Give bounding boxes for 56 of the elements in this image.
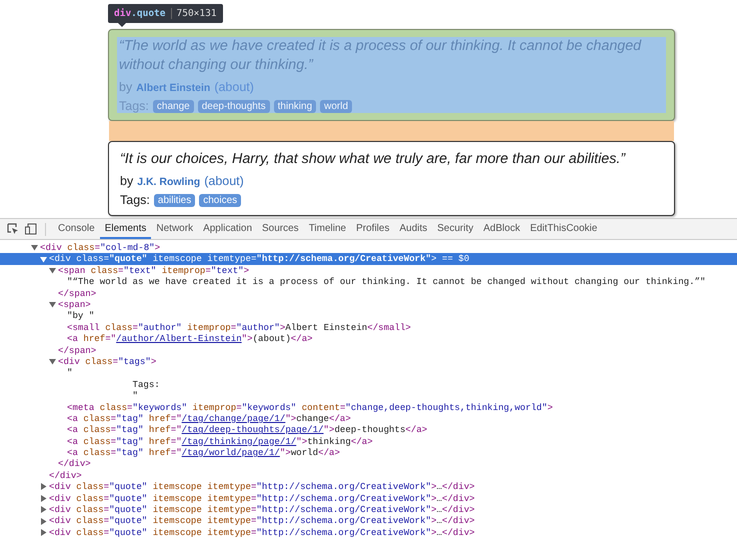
author-name: Albert Einstein: [136, 82, 210, 94]
expanded-arrow-icon[interactable]: [49, 301, 56, 308]
devtools-tab[interactable]: AdBlock: [478, 219, 526, 239]
devtools-tab[interactable]: Timeline: [304, 219, 352, 239]
collapsed-arrow-icon[interactable]: [40, 506, 47, 514]
code-line[interactable]: "by ": [0, 310, 737, 322]
code-line[interactable]: "“The world as we have created it is a process of our thinking. It cannot be changed without changing our thinking.”": [0, 276, 737, 288]
devtools-tab[interactable]: Profiles: [351, 219, 394, 239]
devtools-tab[interactable]: Network: [151, 219, 198, 239]
code-line[interactable]: <span>: [0, 298, 737, 310]
devtools-tab[interactable]: Security: [432, 219, 478, 239]
code-line[interactable]: <span class="text" itemprop="text">: [0, 264, 737, 276]
collapsed-arrow-icon[interactable]: [40, 518, 47, 525]
code-line[interactable]: <a class="tag" href="/tag/world/page/1/">world</a>: [0, 447, 737, 458]
link[interactable]: /author/Albert-Einstein: [116, 333, 242, 344]
code-line[interactable]: <div class="quote" itemscope itemtype="http://schema.org/CreativeWork">…</div>: [0, 492, 737, 504]
quote-text: “It is our choices, Harry, that show what we truly are, far more than our abilities.”: [120, 150, 627, 169]
code-line[interactable]: <div class="quote" itemscope itemtype="http://schema.org/CreativeWork">…</div>: [0, 504, 737, 516]
devtools-tab[interactable]: Audits: [394, 219, 432, 239]
collapsed-arrow-icon[interactable]: [40, 529, 47, 536]
code-line: </div>: [57, 458, 92, 470]
code-line[interactable]: <small class="author" itemprop="author">Albert Einstein</small>: [0, 322, 737, 334]
code-line[interactable]: <div class="tags">: [0, 356, 737, 368]
code-line[interactable]: <div class="quote" itemscope itemtype="http://schema.org/CreativeWork">…</div>: [0, 515, 737, 527]
code-line: </span>: [57, 288, 98, 299]
devtools-tab[interactable]: Console: [53, 219, 100, 239]
about-link[interactable]: (about): [204, 174, 244, 188]
expanded-arrow-icon[interactable]: [31, 244, 38, 252]
code-line[interactable]: " Tags: ": [0, 367, 737, 402]
devtools-tab[interactable]: EditThisCookie: [525, 219, 602, 239]
author-name: J.K. Rowling: [137, 176, 200, 188]
code-line[interactable]: <meta class="keywords" itemprop="keywords" content="change,deep-thoughts,thinking,world">: [0, 402, 737, 413]
code-line[interactable]: <div class="quote" itemscope itemtype="http://schema.org/CreativeWork">…</div>: [0, 526, 737, 538]
expanded-arrow-icon[interactable]: [40, 256, 47, 263]
code-line: </span>: [57, 344, 98, 356]
link[interactable]: /tag/change/page/1/: [182, 412, 286, 424]
quote-text: “The world as we have created it is a process of our thinking. It cannot be changed without changing our thinking.”: [119, 37, 642, 75]
collapsed-arrow-icon[interactable]: [40, 483, 47, 490]
by-label: by: [120, 174, 134, 188]
devtools-tab[interactable]: Application: [198, 219, 257, 239]
code-line[interactable]: <div class="quote" itemscope itemtype="http://schema.org/CreativeWork">…</div>: [0, 481, 737, 493]
devtools-tab[interactable]: Sources: [257, 219, 304, 239]
devtools-tab[interactable]: Elements: [100, 219, 152, 239]
code-line[interactable]: <a class="tag" href="/tag/change/page/1/">change</a>: [0, 412, 737, 424]
code-line[interactable]: <a class="tag" href="/tag/deep-thoughts/page/1/">deep-thoughts</a>: [0, 424, 737, 436]
code-line[interactable]: <div class="col-md-8">: [0, 242, 737, 254]
collapsed-arrow-icon[interactable]: [40, 494, 47, 502]
code-line: </div>: [48, 470, 83, 482]
code-line[interactable]: <a class="tag" href="/tag/thinking/page/1/">thinking</a>: [0, 436, 737, 448]
expanded-arrow-icon[interactable]: [49, 266, 56, 274]
link[interactable]: /tag/thinking/page/1/: [182, 436, 296, 447]
link[interactable]: /tag/world/page/1/: [182, 447, 280, 458]
expanded-arrow-icon[interactable]: [49, 358, 56, 366]
tags-label: Tags:: [120, 193, 150, 207]
link[interactable]: /tag/deep-thoughts/page/1/: [182, 424, 324, 436]
code-line[interactable]: <a href="/author/Albert-Einstein">(about)</a>: [0, 333, 737, 345]
